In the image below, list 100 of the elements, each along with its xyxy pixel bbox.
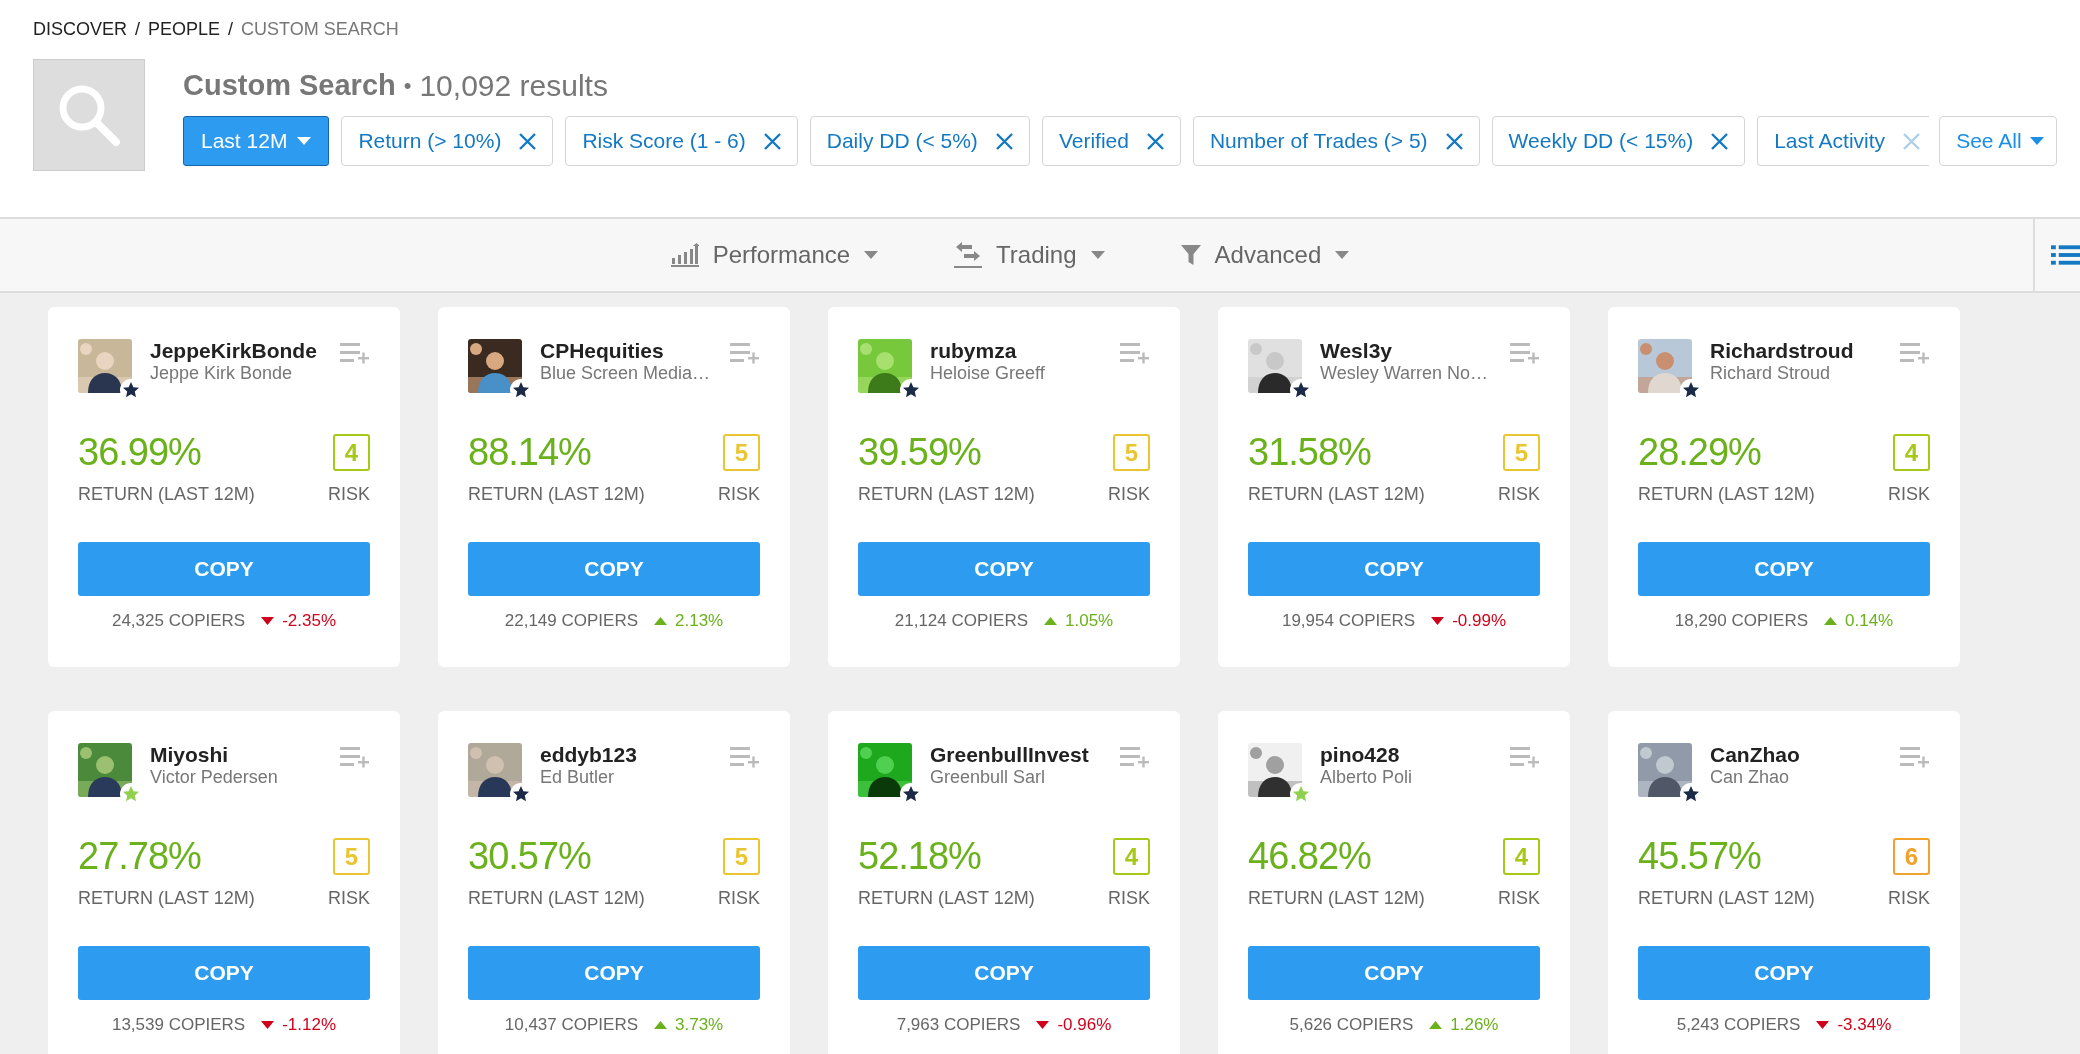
filter-chip[interactable]: Daily DD (< 5%): [809, 116, 1030, 166]
close-icon[interactable]: [519, 132, 537, 150]
copy-button[interactable]: COPY: [78, 542, 370, 596]
risk-score: 4: [1893, 434, 1930, 471]
risk-label: RISK: [328, 483, 370, 506]
change-percent: 0.14%: [1845, 610, 1894, 632]
list-view-icon[interactable]: [2051, 244, 2080, 266]
full-name: Victor Pedersen: [150, 767, 279, 788]
add-to-list-icon[interactable]: [340, 342, 370, 364]
add-to-list-icon[interactable]: [1900, 342, 1930, 364]
change-percent: -1.12%: [282, 1014, 337, 1036]
page-title: Custom Search: [183, 67, 396, 103]
risk-score: 4: [1113, 838, 1150, 875]
breadcrumb-link[interactable]: DISCOVER: [33, 16, 128, 43]
copy-button[interactable]: COPY: [78, 946, 370, 1000]
change-percent: 3.73%: [675, 1014, 724, 1036]
return-label: RETURN (LAST 12M): [1638, 887, 1815, 910]
copiers-count: 5,626 COPIERS: [1289, 1014, 1414, 1036]
risk-score: 6: [1893, 838, 1930, 875]
username[interactable]: CanZhao: [1710, 743, 1900, 768]
copiers-count: 24,325 COPIERS: [111, 610, 246, 632]
add-to-list-icon[interactable]: [730, 746, 760, 768]
return-value: 36.99%: [78, 433, 201, 471]
username[interactable]: eddyb123: [540, 743, 730, 768]
add-to-list-icon[interactable]: [1510, 746, 1540, 768]
copy-button[interactable]: COPY: [1248, 946, 1540, 1000]
add-to-list-icon[interactable]: [1510, 342, 1540, 364]
risk-score: 5: [723, 838, 760, 875]
filter-chip[interactable]: Last Activity: [1757, 116, 1930, 166]
full-name: Blue Screen Media…: [540, 363, 712, 384]
change-percent: -2.35%: [282, 610, 337, 632]
toolbar-dropdown[interactable]: Performance: [670, 237, 879, 273]
username[interactable]: JeppeKirkBonde: [150, 339, 340, 364]
filter-chip[interactable]: Weekly DD (< 15%): [1491, 116, 1746, 166]
username[interactable]: Richardstroud: [1710, 339, 1900, 364]
add-to-list-icon[interactable]: [1120, 746, 1150, 768]
username[interactable]: pino428: [1320, 743, 1510, 768]
risk-score: 4: [1503, 838, 1540, 875]
copy-button[interactable]: COPY: [858, 946, 1150, 1000]
copy-button[interactable]: COPY: [1638, 542, 1930, 596]
filter-chip[interactable]: Verified: [1041, 116, 1181, 166]
period-dropdown[interactable]: Last 12M: [183, 116, 330, 166]
see-all-dropdown[interactable]: See All: [1939, 116, 2057, 166]
add-to-list-icon[interactable]: [1120, 342, 1150, 364]
return-value: 39.59%: [858, 433, 981, 471]
results-count: 10,092 results: [419, 68, 608, 104]
add-to-list-icon[interactable]: [340, 746, 370, 768]
full-name: Richard Stroud: [1710, 363, 1832, 384]
return-label: RETURN (LAST 12M): [468, 887, 645, 910]
copy-button[interactable]: COPY: [1638, 946, 1930, 1000]
close-icon[interactable]: [995, 132, 1013, 150]
username[interactable]: Wesl3y: [1320, 339, 1510, 364]
risk-label: RISK: [1888, 483, 1930, 506]
risk-label: RISK: [718, 483, 760, 506]
breadcrumb-link[interactable]: PEOPLE: [148, 16, 221, 43]
close-icon[interactable]: [1711, 132, 1729, 150]
return-label: RETURN (LAST 12M): [858, 483, 1035, 506]
username[interactable]: CPHequities: [540, 339, 730, 364]
risk-score: 4: [333, 434, 370, 471]
username[interactable]: rubymza: [930, 339, 1120, 364]
close-icon[interactable]: [1445, 132, 1463, 150]
copiers-count: 10,437 COPIERS: [504, 1014, 638, 1036]
full-name: Wesley Warren No…: [1320, 363, 1490, 384]
full-name: Can Zhao: [1710, 767, 1791, 788]
full-name: Alberto Poli: [1320, 767, 1414, 788]
risk-score: 5: [333, 838, 370, 875]
toolbar-dropdown[interactable]: Advanced: [1180, 237, 1350, 273]
copiers-count: 18,290 COPIERS: [1674, 610, 1808, 632]
return-label: RETURN (LAST 12M): [468, 483, 645, 506]
full-name: Heloise Greeff: [930, 363, 1046, 384]
breadcrumb-separator: /: [228, 18, 234, 41]
username[interactable]: GreenbullInvest: [930, 743, 1120, 768]
toolbar-dropdown[interactable]: Trading: [954, 237, 1105, 273]
change-percent: 1.05%: [1065, 610, 1114, 632]
return-value: 88.14%: [468, 433, 591, 471]
close-icon[interactable]: [763, 132, 781, 150]
add-to-list-icon[interactable]: [730, 342, 760, 364]
copy-button[interactable]: COPY: [468, 542, 760, 596]
copy-button[interactable]: COPY: [468, 946, 760, 1000]
filter-chip[interactable]: Risk Score (1 - 6): [565, 116, 798, 166]
add-to-list-icon[interactable]: [1900, 746, 1930, 768]
close-icon[interactable]: [1146, 132, 1164, 150]
username[interactable]: Miyoshi: [150, 743, 340, 768]
return-label: RETURN (LAST 12M): [1638, 483, 1815, 506]
copy-button[interactable]: COPY: [858, 542, 1150, 596]
swap-arrows-icon: [954, 241, 983, 269]
copy-button[interactable]: COPY: [1248, 542, 1540, 596]
copiers-count: 22,149 COPIERS: [504, 610, 638, 632]
filter-icon: [1180, 245, 1201, 265]
filter-chip[interactable]: Number of Trades (> 5): [1192, 116, 1480, 166]
change-percent: -0.99%: [1452, 610, 1507, 632]
return-label: RETURN (LAST 12M): [1248, 887, 1425, 910]
change-percent: -0.96%: [1057, 1014, 1112, 1036]
breadcrumb-separator: /: [135, 18, 141, 41]
filter-chip[interactable]: Return (> 10%): [341, 116, 554, 166]
change-percent: 1.26%: [1450, 1014, 1499, 1036]
separator-dot: •: [403, 72, 412, 100]
copiers-count: 7,963 COPIERS: [896, 1014, 1021, 1036]
caret-icon: [297, 137, 312, 145]
risk-label: RISK: [1108, 887, 1150, 910]
